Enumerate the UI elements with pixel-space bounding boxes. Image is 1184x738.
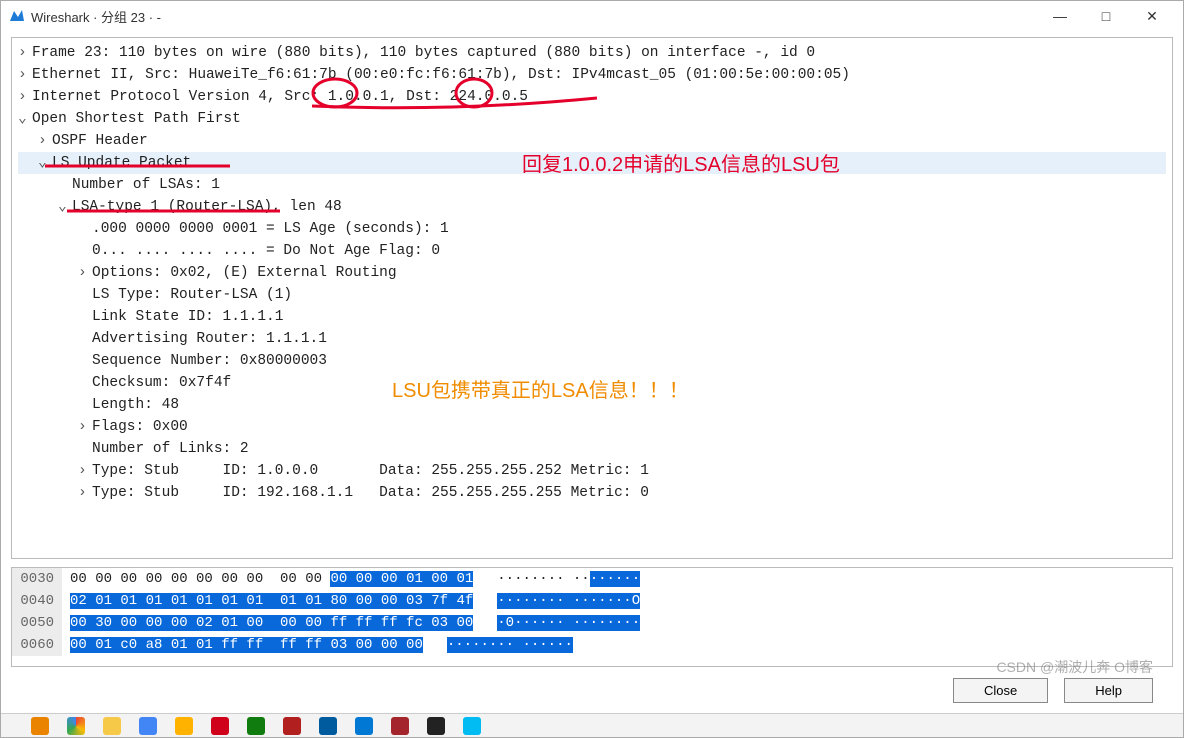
tree-text: Number of Links: 2 bbox=[92, 441, 249, 457]
chevron-right-icon[interactable]: › bbox=[18, 86, 32, 108]
taskbar-icon[interactable] bbox=[139, 717, 157, 735]
hex-row[interactable]: 005000 30 00 00 00 02 01 00 00 00 ff ff … bbox=[12, 612, 1172, 634]
tree-row-cksum[interactable]: Checksum: 0x7f4f bbox=[18, 372, 1166, 394]
tree-text: Link State ID: 1.1.1.1 bbox=[92, 309, 283, 325]
taskbar-icon[interactable] bbox=[31, 717, 49, 735]
tree-text: Checksum: 0x7f4f bbox=[92, 375, 231, 391]
tree-row-options[interactable]: ›Options: 0x02, (E) External Routing bbox=[18, 262, 1166, 284]
chevron-right-icon[interactable]: › bbox=[78, 262, 92, 284]
taskbar-icon[interactable] bbox=[319, 717, 337, 735]
hex-offset: 0050 bbox=[12, 612, 62, 634]
close-button[interactable]: Close bbox=[953, 678, 1048, 703]
chevron-down-icon[interactable]: ⌄ bbox=[58, 196, 72, 218]
dialog-button-bar: Close Help bbox=[11, 667, 1173, 713]
hex-bytes[interactable]: 00 01 c0 a8 01 01 ff ff ff ff 03 00 00 0… bbox=[62, 634, 423, 656]
taskbar-icon[interactable] bbox=[463, 717, 481, 735]
tree-row-length[interactable]: Length: 48 bbox=[18, 394, 1166, 416]
chevron-down-icon[interactable]: ⌄ bbox=[18, 108, 32, 130]
tree-text: Open Shortest Path First bbox=[32, 111, 241, 127]
hex-offset: 0040 bbox=[12, 590, 62, 612]
tree-text: LS Type: Router-LSA (1) bbox=[92, 287, 292, 303]
tree-text: Options: 0x02, (E) External Routing bbox=[92, 265, 397, 281]
chevron-right-icon[interactable]: › bbox=[78, 482, 92, 504]
tree-row-link2[interactable]: ›Type: Stub ID: 192.168.1.1 Data: 255.25… bbox=[18, 482, 1166, 504]
hex-ascii[interactable]: ········ ·······O bbox=[473, 590, 640, 612]
tree-row-lsu[interactable]: ⌄LS Update Packet bbox=[18, 152, 1166, 174]
taskbar-icon[interactable] bbox=[67, 717, 85, 735]
tree-text: Sequence Number: 0x80000003 bbox=[92, 353, 327, 369]
minimize-button[interactable]: — bbox=[1037, 1, 1083, 31]
tree-row-nlinks[interactable]: Number of Links: 2 bbox=[18, 438, 1166, 460]
tree-text: Advertising Router: 1.1.1.1 bbox=[92, 331, 327, 347]
hex-bytes[interactable]: 00 30 00 00 00 02 01 00 00 00 ff ff ff f… bbox=[62, 612, 473, 634]
tree-row-lsage[interactable]: .000 0000 0000 0001 = LS Age (seconds): … bbox=[18, 218, 1166, 240]
titlebar: Wireshark · 分组 23 · - — □ ✕ bbox=[1, 1, 1183, 31]
tree-row-dna[interactable]: 0... .... .... .... = Do Not Age Flag: 0 bbox=[18, 240, 1166, 262]
tree-text: OSPF Header bbox=[52, 133, 148, 149]
hex-offset: 0060 bbox=[12, 634, 62, 656]
tree-row-lsid[interactable]: Link State ID: 1.1.1.1 bbox=[18, 306, 1166, 328]
tree-text: Frame 23: 110 bytes on wire (880 bits), … bbox=[32, 45, 815, 61]
help-button[interactable]: Help bbox=[1064, 678, 1153, 703]
taskbar-icon[interactable] bbox=[391, 717, 409, 735]
tree-row-ip[interactable]: ›Internet Protocol Version 4, Src: 1.0.0… bbox=[18, 86, 1166, 108]
hex-ascii[interactable]: ·0······ ········ bbox=[473, 612, 640, 634]
taskbar bbox=[1, 713, 1183, 737]
taskbar-icon[interactable] bbox=[211, 717, 229, 735]
chevron-down-icon[interactable]: ⌄ bbox=[38, 152, 52, 174]
chevron-right-icon[interactable]: › bbox=[18, 64, 32, 86]
tree-row-seq[interactable]: Sequence Number: 0x80000003 bbox=[18, 350, 1166, 372]
chevron-right-icon[interactable]: › bbox=[78, 416, 92, 438]
chevron-right-icon[interactable]: › bbox=[38, 130, 52, 152]
hex-ascii[interactable]: ········ ······ bbox=[423, 634, 573, 656]
content-area: ›Frame 23: 110 bytes on wire (880 bits),… bbox=[1, 31, 1183, 713]
tree-text: Type: Stub ID: 192.168.1.1 Data: 255.255… bbox=[92, 485, 649, 501]
taskbar-icon[interactable] bbox=[247, 717, 265, 735]
maximize-button[interactable]: □ bbox=[1083, 1, 1129, 31]
hex-row[interactable]: 004002 01 01 01 01 01 01 01 01 01 80 00 … bbox=[12, 590, 1172, 612]
tree-row-lsa1[interactable]: ⌄LSA-type 1 (Router-LSA), len 48 bbox=[18, 196, 1166, 218]
tree-text: Length: 48 bbox=[92, 397, 179, 413]
tree-text: LSA-type 1 (Router-LSA), len 48 bbox=[72, 199, 342, 215]
tree-row-ethernet[interactable]: ›Ethernet II, Src: HuaweiTe_f6:61:7b (00… bbox=[18, 64, 1166, 86]
tree-row-frame[interactable]: ›Frame 23: 110 bytes on wire (880 bits),… bbox=[18, 42, 1166, 64]
window-controls: — □ ✕ bbox=[1037, 1, 1175, 31]
taskbar-icon[interactable] bbox=[283, 717, 301, 735]
tree-row-advr[interactable]: Advertising Router: 1.1.1.1 bbox=[18, 328, 1166, 350]
hex-row[interactable]: 003000 00 00 00 00 00 00 00 00 00 00 00 … bbox=[12, 568, 1172, 590]
wireshark-icon bbox=[9, 8, 25, 24]
tree-text: Number of LSAs: 1 bbox=[72, 177, 220, 193]
packet-details-pane[interactable]: ›Frame 23: 110 bytes on wire (880 bits),… bbox=[11, 37, 1173, 559]
main-window: Wireshark · 分组 23 · - — □ ✕ ›Frame 23: 1… bbox=[0, 0, 1184, 738]
tree-row-ospf[interactable]: ⌄Open Shortest Path First bbox=[18, 108, 1166, 130]
tree-row-link1[interactable]: ›Type: Stub ID: 1.0.0.0 Data: 255.255.25… bbox=[18, 460, 1166, 482]
tree-text: Internet Protocol Version 4, Src: 1.0.0.… bbox=[32, 89, 528, 105]
window-title: Wireshark · 分组 23 · - bbox=[31, 7, 1037, 26]
tree-text: .000 0000 0000 0001 = LS Age (seconds): … bbox=[92, 221, 449, 237]
tree-row-lstype[interactable]: LS Type: Router-LSA (1) bbox=[18, 284, 1166, 306]
tree-text: Ethernet II, Src: HuaweiTe_f6:61:7b (00:… bbox=[32, 67, 850, 83]
hex-bytes[interactable]: 00 00 00 00 00 00 00 00 00 00 00 00 00 0… bbox=[62, 568, 473, 590]
tree-row-flags[interactable]: ›Flags: 0x00 bbox=[18, 416, 1166, 438]
hex-ascii[interactable]: ········ ········ bbox=[473, 568, 640, 590]
tree-text: Type: Stub ID: 1.0.0.0 Data: 255.255.255… bbox=[92, 463, 649, 479]
tree-row-num-lsa[interactable]: Number of LSAs: 1 bbox=[18, 174, 1166, 196]
tree-text: 0... .... .... .... = Do Not Age Flag: 0 bbox=[92, 243, 440, 259]
tree-text: Flags: 0x00 bbox=[92, 419, 188, 435]
taskbar-icon[interactable] bbox=[355, 717, 373, 735]
hex-offset: 0030 bbox=[12, 568, 62, 590]
packet-bytes-pane[interactable]: 003000 00 00 00 00 00 00 00 00 00 00 00 … bbox=[11, 567, 1173, 667]
chevron-right-icon[interactable]: › bbox=[18, 42, 32, 64]
chevron-right-icon[interactable]: › bbox=[78, 460, 92, 482]
close-window-button[interactable]: ✕ bbox=[1129, 1, 1175, 31]
taskbar-icon[interactable] bbox=[175, 717, 193, 735]
taskbar-icon[interactable] bbox=[427, 717, 445, 735]
tree-row-ospf-header[interactable]: ›OSPF Header bbox=[18, 130, 1166, 152]
hex-row[interactable]: 006000 01 c0 a8 01 01 ff ff ff ff 03 00 … bbox=[12, 634, 1172, 656]
hex-bytes[interactable]: 02 01 01 01 01 01 01 01 01 01 80 00 00 0… bbox=[62, 590, 473, 612]
taskbar-icon[interactable] bbox=[103, 717, 121, 735]
tree-text: LS Update Packet bbox=[52, 155, 191, 171]
